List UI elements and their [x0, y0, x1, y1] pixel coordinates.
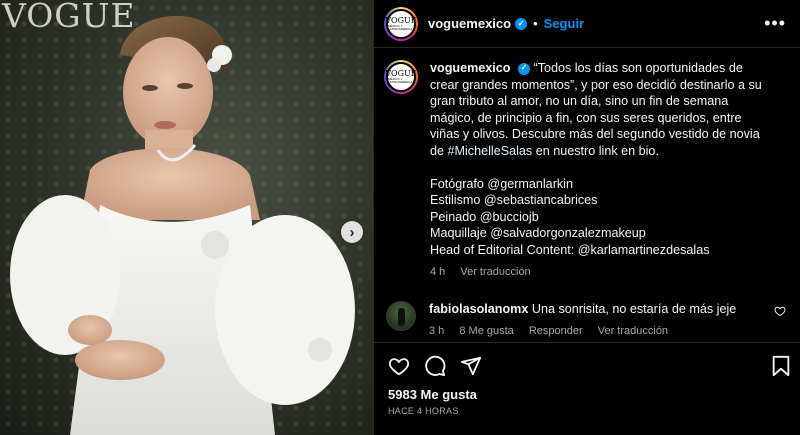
commenter-username[interactable]: fabiolasolanomx — [429, 302, 528, 316]
comment-heart-icon[interactable] — [774, 305, 786, 317]
verified-icon: ✓ — [515, 17, 528, 30]
comment-icon[interactable] — [424, 355, 446, 377]
comment-translate-link[interactable]: Ver traducción — [598, 325, 668, 337]
commenter-avatar[interactable] — [386, 300, 416, 331]
comment-time: 3 h — [429, 325, 445, 337]
post-actions: 5983 Me gusta HACE 4 HORAS — [374, 342, 800, 416]
heart-icon[interactable] — [388, 355, 410, 377]
caption-body-end: en nuestro link en bio. — [532, 143, 659, 158]
follow-button[interactable]: Seguir — [544, 16, 584, 31]
comment-meta: 3 h 8 Me gusta Responder Ver traducción — [429, 323, 769, 340]
caption-username[interactable]: voguemexico — [430, 61, 511, 75]
avatar-sublogo: MÉXICO Y LATINOAMÉRICA — [388, 23, 413, 31]
header-separator: • — [533, 16, 538, 31]
caption-translate-link[interactable]: Ver traducción — [460, 266, 530, 278]
caption-block: voguemexico ✓ “Todos los días son oportu… — [430, 60, 770, 281]
caption-meta: 4 h Ver traducción — [430, 264, 770, 281]
share-icon[interactable] — [460, 355, 482, 377]
caption-text: voguemexico ✓ “Todos los días son oportu… — [430, 60, 770, 258]
more-options-icon[interactable]: ••• — [764, 13, 786, 34]
caption-credits: Fotógrafo @germanlarkin Estilismo @sebas… — [430, 176, 710, 257]
bookmark-icon[interactable] — [771, 355, 791, 377]
next-image-button[interactable]: › — [341, 221, 363, 243]
reply-link[interactable]: Responder — [529, 325, 583, 337]
comment-item: fabiolasolanomx Una sonrisita, no estarí… — [384, 300, 786, 340]
action-icons — [388, 349, 791, 383]
caption-avatar-sublogo: MÉXICO Y LATINOAMÉRICA — [388, 77, 413, 84]
comment-likes[interactable]: 8 Me gusta — [459, 325, 513, 337]
caption-verified-icon: ✓ — [518, 62, 530, 75]
post-timestamp: HACE 4 HORAS — [388, 406, 459, 416]
likes-count[interactable]: 5983 Me gusta — [388, 387, 791, 402]
chevron-right-icon: › — [349, 223, 355, 241]
bride-photo — [10, 15, 355, 435]
post-image[interactable]: VOGUE › — [0, 0, 373, 435]
comment-text: Una sonrisita, no estaría de más jeje — [531, 301, 737, 316]
author-username[interactable]: voguemexico — [428, 16, 511, 31]
hashtag-link[interactable]: #MichelleSalas — [448, 144, 533, 158]
comment-body: fabiolasolanomx Una sonrisita, no estarí… — [429, 301, 769, 340]
caption-time: 4 h — [430, 266, 446, 278]
post-sidebar: VOGUE MÉXICO Y LATINOAMÉRICA voguemexico… — [373, 0, 800, 435]
comments-area[interactable]: VOGUE MÉXICO Y LATINOAMÉRICA voguemexico… — [374, 48, 800, 341]
post-header: VOGUE MÉXICO Y LATINOAMÉRICA voguemexico… — [374, 0, 800, 48]
caption: VOGUE MÉXICO Y LATINOAMÉRICA voguemexico… — [384, 60, 786, 281]
caption-avatar[interactable]: VOGUE MÉXICO Y LATINOAMÉRICA — [384, 60, 418, 94]
author-avatar[interactable]: VOGUE MÉXICO Y LATINOAMÉRICA — [384, 6, 418, 41]
